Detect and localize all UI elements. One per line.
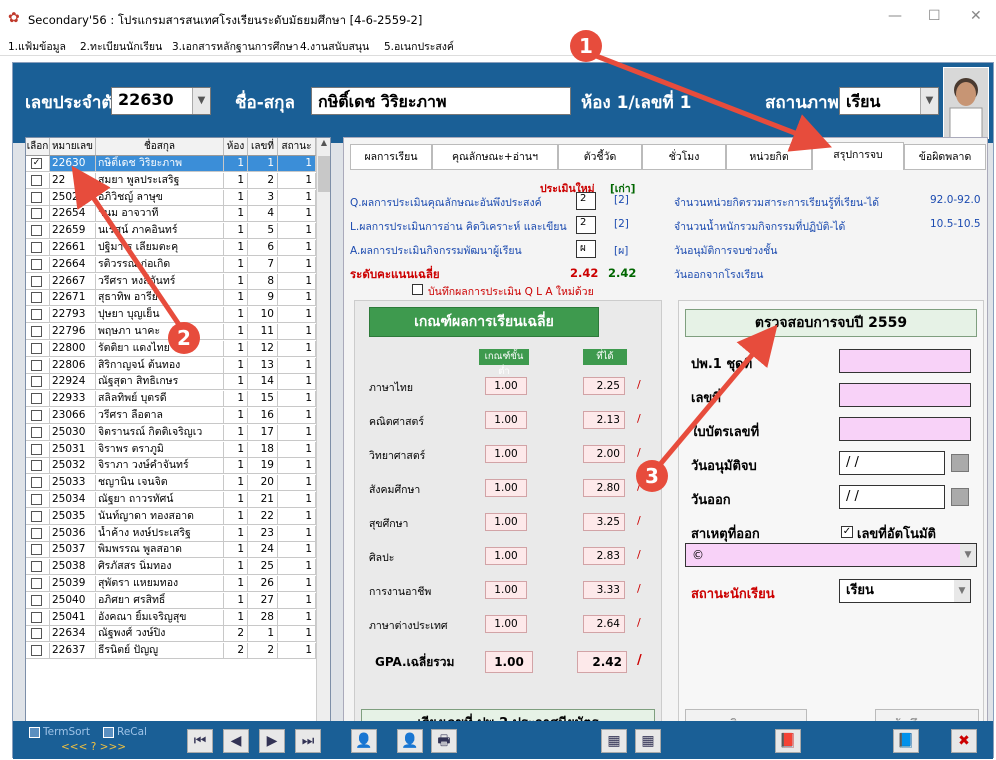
annotation-arrow-2	[71, 165, 187, 334]
annotation-badge-3: 3	[636, 460, 668, 492]
annotation-arrows	[71, 49, 832, 476]
annotation-arrow-3	[650, 324, 778, 476]
annotation-badge-2: 2	[168, 322, 200, 354]
annotation-arrow-1	[585, 49, 832, 152]
annotation-badge-1: 1	[570, 30, 602, 62]
